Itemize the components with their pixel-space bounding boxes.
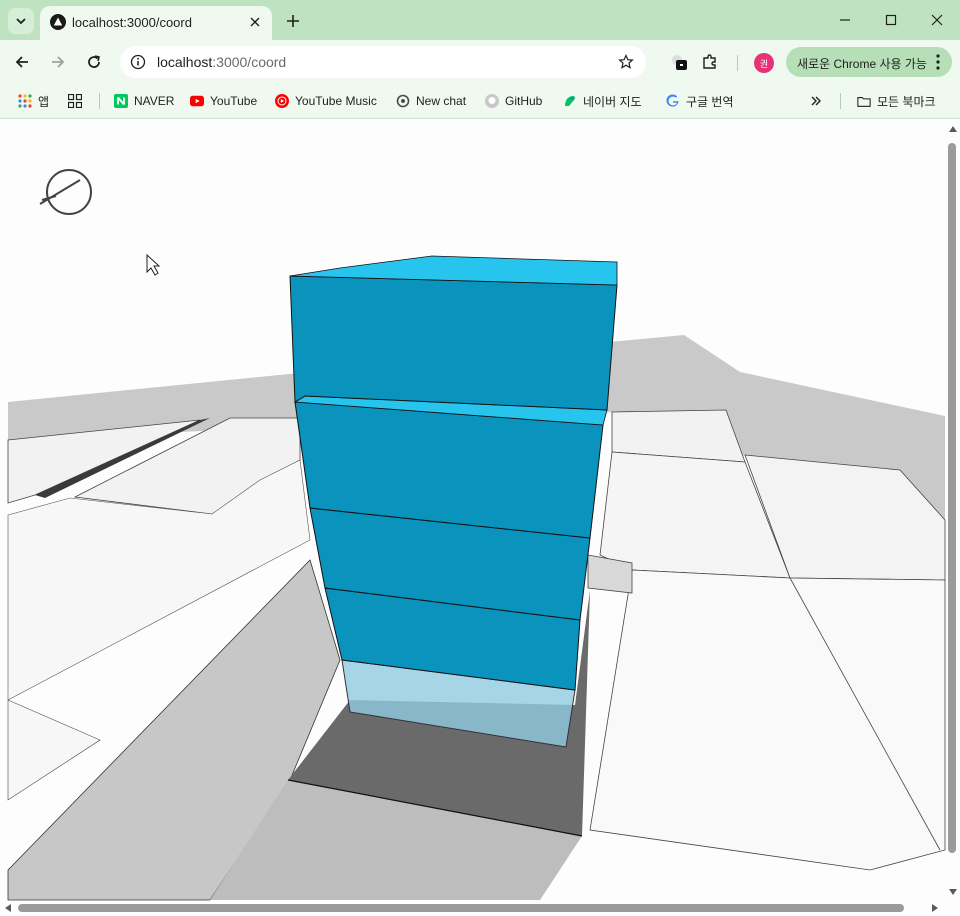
bookmark-label: 앱: [38, 94, 50, 109]
openai-icon: [396, 94, 410, 108]
tab-close-button[interactable]: [246, 13, 264, 31]
bookmark-divider: [840, 93, 841, 109]
tab-groups-icon: [68, 94, 82, 108]
building-floor-4: [289, 275, 618, 411]
active-tab[interactable]: localhost:3000/coord: [40, 6, 272, 40]
url-host: localhost: [157, 54, 213, 70]
plus-icon: [287, 15, 299, 27]
profile-avatar[interactable]: 권: [754, 53, 774, 73]
arrow-right-icon: [52, 56, 65, 68]
bookmarks-overflow-button[interactable]: [810, 91, 822, 111]
bookmark-youtube[interactable]: YouTube: [190, 91, 257, 111]
arrow-left-icon: [15, 56, 28, 68]
scroll-right-arrow[interactable]: [930, 903, 940, 913]
address-bar[interactable]: localhost:3000/coord: [120, 46, 646, 78]
toolbar-divider: [737, 55, 738, 71]
bookmark-naver[interactable]: NAVER: [114, 91, 174, 111]
bookmark-new-chat[interactable]: New chat: [396, 91, 466, 111]
ground-block: [589, 569, 946, 871]
maximize-icon: [885, 14, 897, 26]
page-viewport[interactable]: [0, 119, 960, 916]
all-bookmarks-label: 모든 북마크: [877, 94, 936, 109]
url-path: :3000/coord: [212, 54, 287, 70]
google-icon: [666, 94, 680, 108]
browser-toolbar: localhost:3000/coord 권 새로운 Chrome 사용 가능: [0, 40, 960, 84]
3d-scene-canvas[interactable]: [0, 119, 960, 916]
minimize-button[interactable]: [834, 10, 856, 30]
star-icon: [618, 54, 634, 69]
bookmark-label: GitHub: [505, 94, 543, 108]
minimize-icon: [840, 19, 850, 21]
extension-button[interactable]: [668, 51, 690, 73]
scroll-up-arrow[interactable]: [948, 124, 958, 134]
naver-map-icon: [563, 94, 577, 108]
folder-icon: [857, 94, 871, 108]
reload-icon: [88, 55, 100, 68]
close-icon: [250, 17, 260, 27]
info-icon: [130, 54, 146, 70]
reload-button[interactable]: [82, 50, 106, 74]
url-text: localhost:3000/coord: [157, 54, 286, 70]
update-chrome-button[interactable]: 새로운 Chrome 사용 가능: [786, 47, 952, 77]
bookmark-label: 네이버 지도: [583, 94, 642, 109]
bookmark-label: New chat: [416, 94, 467, 108]
vertical-scroll-thumb[interactable]: [948, 143, 956, 853]
scroll-down-arrow[interactable]: [948, 887, 958, 897]
youtube-icon: [190, 94, 204, 108]
extensions-menu-button[interactable]: [699, 51, 721, 73]
forward-button[interactable]: [46, 50, 70, 74]
bookmark-star-button[interactable]: [616, 52, 636, 72]
bookmark-google-translate[interactable]: 구글 번역: [666, 91, 734, 111]
scroll-left-arrow[interactable]: [3, 903, 13, 913]
update-chrome-label: 새로운 Chrome 사용 가능: [797, 57, 927, 71]
site-info-button[interactable]: [128, 52, 148, 72]
bookmark-github[interactable]: GitHub: [485, 91, 542, 111]
bookmark-label: YouTube: [210, 94, 258, 108]
bookmark-label: NAVER: [134, 94, 175, 108]
youtube-music-icon: [275, 94, 289, 108]
bookmark-youtube-music[interactable]: YouTube Music: [275, 91, 377, 111]
extension-badge-icon: [672, 55, 687, 70]
tab-search-button[interactable]: [8, 8, 34, 34]
new-tab-button[interactable]: [282, 10, 304, 32]
close-window-button[interactable]: [926, 10, 948, 30]
bookmarks-bar: 앱 NAVER YouTube YouTube Music New chat G…: [0, 84, 960, 119]
puzzle-icon: [703, 54, 716, 69]
chevron-down-icon: [16, 18, 26, 25]
double-chevron-right-icon: [811, 96, 821, 106]
bookmark-label: YouTube Music: [295, 94, 377, 108]
github-icon: [485, 94, 499, 108]
bookmark-apps[interactable]: 앱: [18, 91, 49, 111]
bookmark-label: 구글 번역: [686, 94, 734, 109]
tab-strip: localhost:3000/coord: [0, 0, 960, 40]
maximize-button[interactable]: [880, 10, 902, 30]
bookmark-naver-map[interactable]: 네이버 지도: [563, 91, 642, 111]
app-triangle-icon: [50, 14, 66, 30]
kebab-menu-icon[interactable]: [934, 53, 942, 71]
naver-icon: [114, 94, 128, 108]
bookmark-divider: [99, 93, 100, 109]
back-button[interactable]: [10, 50, 34, 74]
bookmark-tab-groups[interactable]: [68, 91, 88, 111]
all-bookmarks-button[interactable]: 모든 북마크: [857, 91, 936, 111]
horizontal-scroll-thumb[interactable]: [18, 904, 904, 912]
apps-grid-icon: [18, 94, 32, 108]
close-icon: [931, 14, 943, 26]
tab-title: localhost:3000/coord: [72, 15, 192, 30]
